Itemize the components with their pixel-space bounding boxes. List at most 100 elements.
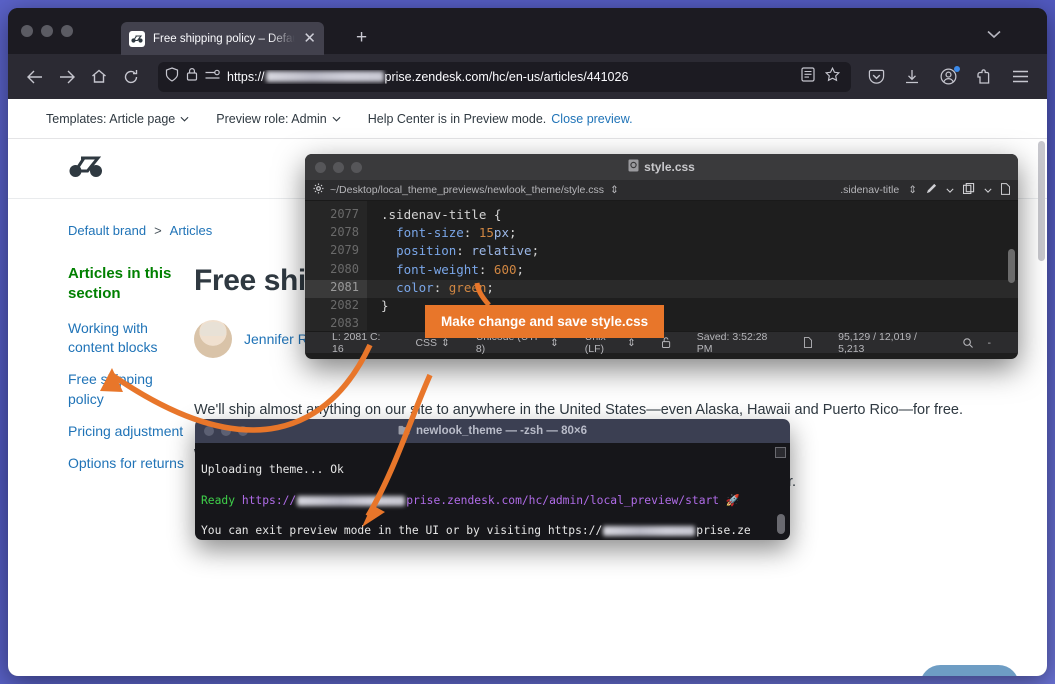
split-view-icon[interactable] <box>963 183 975 197</box>
sidebar-item-options-for-returns[interactable]: Options for returns <box>68 454 188 474</box>
sidenav-title: Articles in this section <box>68 264 188 305</box>
document-icon <box>791 337 825 348</box>
terminal-window: newlook_theme — -zsh — 80×6 Uploading th… <box>195 419 790 540</box>
pencil-icon[interactable] <box>926 183 937 197</box>
bicycle-icon <box>129 31 145 47</box>
browser-tab[interactable]: Free shipping policy – Default b ✕ <box>121 22 324 55</box>
stepper-icon: ⇕ <box>441 337 450 349</box>
account-badge <box>954 66 960 72</box>
chevron-down-icon[interactable] <box>987 27 1001 42</box>
templates-dropdown[interactable]: Templates: Article page <box>46 112 189 126</box>
search-icon[interactable] <box>950 338 986 348</box>
close-preview-link[interactable]: Close preview. <box>551 112 632 126</box>
line-number-active: 2081 <box>305 280 367 298</box>
reload-button[interactable] <box>116 62 146 92</box>
redacted-subdomain <box>266 71 384 82</box>
editor-symbol-name[interactable]: .sidenav-title <box>840 184 899 196</box>
home-button[interactable] <box>84 62 114 92</box>
path-stepper-icon[interactable]: ⇕ <box>610 184 619 196</box>
address-bar[interactable]: https:// prise.zendesk.com/hc/en-us/artic… <box>158 62 851 92</box>
sidebar-item-pricing-adjustment[interactable]: Pricing adjustment <box>68 422 188 442</box>
url-suffix: prise.zendesk.com/hc/en-us/articles/4410… <box>385 70 629 84</box>
shield-icon[interactable] <box>165 67 179 87</box>
sidebar-item-free-shipping-policy[interactable]: Free shipping policy <box>68 370 188 410</box>
terminal-output[interactable]: Uploading theme... Ok Ready https://pris… <box>195 443 790 540</box>
url-text[interactable]: https:// prise.zendesk.com/hc/en-us/artic… <box>227 70 794 84</box>
close-icon[interactable]: ✕ <box>303 31 316 46</box>
editor-minimize-button[interactable] <box>333 162 344 173</box>
close-window-button[interactable] <box>21 25 33 37</box>
browser-toolbar: https:// prise.zendesk.com/hc/en-us/artic… <box>8 54 1047 99</box>
preview-bar: Templates: Article page Preview role: Ad… <box>8 99 1047 139</box>
editor-scrollbar[interactable] <box>1008 249 1015 283</box>
terminal-traffic-lights[interactable] <box>204 426 248 436</box>
page-scrollbar[interactable] <box>1038 141 1045 261</box>
line-number: 2079 <box>305 243 367 261</box>
chevron-down-icon <box>332 116 341 122</box>
line-number: 2080 <box>305 262 367 280</box>
window-traffic-lights[interactable] <box>8 25 73 37</box>
preview-role-dropdown[interactable]: Preview role: Admin <box>216 112 340 126</box>
reader-view-icon[interactable] <box>801 67 815 87</box>
browser-toolbar-end <box>861 62 1035 92</box>
forward-button[interactable] <box>52 62 82 92</box>
bookmark-star-icon[interactable] <box>825 67 840 87</box>
minimize-window-button[interactable] <box>41 25 53 37</box>
code-line: font-size: 15px; <box>367 225 1018 243</box>
editor-line-numbers: 2077 2078 2079 2080 2081 2082 2083 <box>305 201 367 331</box>
terminal-scroll-top[interactable] <box>775 447 786 458</box>
address-bar-actions <box>801 67 844 87</box>
editor-window-title: style.css <box>644 160 695 174</box>
maximize-window-button[interactable] <box>61 25 73 37</box>
browser-tab-strip: Free shipping policy – Default b ✕ + <box>8 8 1047 54</box>
terminal-line: You can exit preview mode in the UI or b… <box>201 523 788 538</box>
back-button[interactable] <box>20 62 50 92</box>
preview-status: Help Center is in Preview mode. Close pr… <box>368 112 633 126</box>
breadcrumb-articles[interactable]: Articles <box>170 223 213 238</box>
breadcrumb-brand[interactable]: Default brand <box>68 223 146 238</box>
folder-icon <box>398 425 410 438</box>
terminal-title-bar: newlook_theme — -zsh — 80×6 <box>195 419 790 443</box>
editor-traffic-lights[interactable] <box>315 162 362 173</box>
line-number: 2078 <box>305 225 367 243</box>
new-tab-button[interactable]: + <box>356 28 367 47</box>
terminal-line: Uploading theme... Ok <box>201 462 788 477</box>
status-search-value: - <box>986 337 1005 349</box>
editor-maximize-button[interactable] <box>351 162 362 173</box>
chevron-down-icon[interactable] <box>984 184 992 196</box>
status-syntax-mode[interactable]: CSS ⇕ <box>402 337 462 349</box>
annotation-callout: Make change and save style.css <box>425 305 664 338</box>
account-icon[interactable] <box>933 62 963 92</box>
editor-file-path[interactable]: ~/Desktop/local_theme_previews/newlook_t… <box>330 184 604 196</box>
terminal-close-button[interactable] <box>204 426 214 436</box>
terminal-window-title: newlook_theme — -zsh — 80×6 <box>416 425 587 437</box>
browser-tab-title: Free shipping policy – Default b <box>153 33 295 45</box>
extensions-icon[interactable] <box>969 62 999 92</box>
terminal-maximize-button[interactable] <box>238 426 248 436</box>
preview-status-text: Help Center is in Preview mode. <box>368 112 547 126</box>
line-number: 2082 <box>305 298 367 316</box>
symbol-stepper-icon[interactable]: ⇕ <box>908 184 917 196</box>
sidebar-item-working-with-content-blocks[interactable]: Working with content blocks <box>68 319 188 359</box>
hamburger-menu-icon[interactable] <box>1005 62 1035 92</box>
permissions-icon[interactable] <box>205 68 220 86</box>
help-widget-button[interactable]: ? Help <box>920 665 1019 676</box>
terminal-scrollbar[interactable] <box>777 514 785 534</box>
avatar <box>194 320 232 358</box>
unlock-icon[interactable] <box>649 337 684 348</box>
status-syntax-label: CSS <box>415 337 437 349</box>
new-file-icon[interactable] <box>1001 183 1010 198</box>
line-number: 2077 <box>305 207 367 225</box>
preview-role-label: Preview role: Admin <box>216 112 326 126</box>
editor-close-button[interactable] <box>315 162 326 173</box>
terminal-minimize-button[interactable] <box>221 426 231 436</box>
gear-icon[interactable] <box>313 183 324 197</box>
url-prefix: https:// <box>227 70 265 84</box>
templates-dropdown-label: Templates: Article page <box>46 112 175 126</box>
brand-logo-bicycle-icon[interactable] <box>68 153 104 184</box>
chevron-down-icon[interactable] <box>946 184 954 196</box>
downloads-icon[interactable] <box>897 62 927 92</box>
editor-path-bar-actions: .sidenav-title ⇕ <box>840 183 1010 198</box>
pocket-icon[interactable] <box>861 62 891 92</box>
lock-icon[interactable] <box>186 67 198 86</box>
